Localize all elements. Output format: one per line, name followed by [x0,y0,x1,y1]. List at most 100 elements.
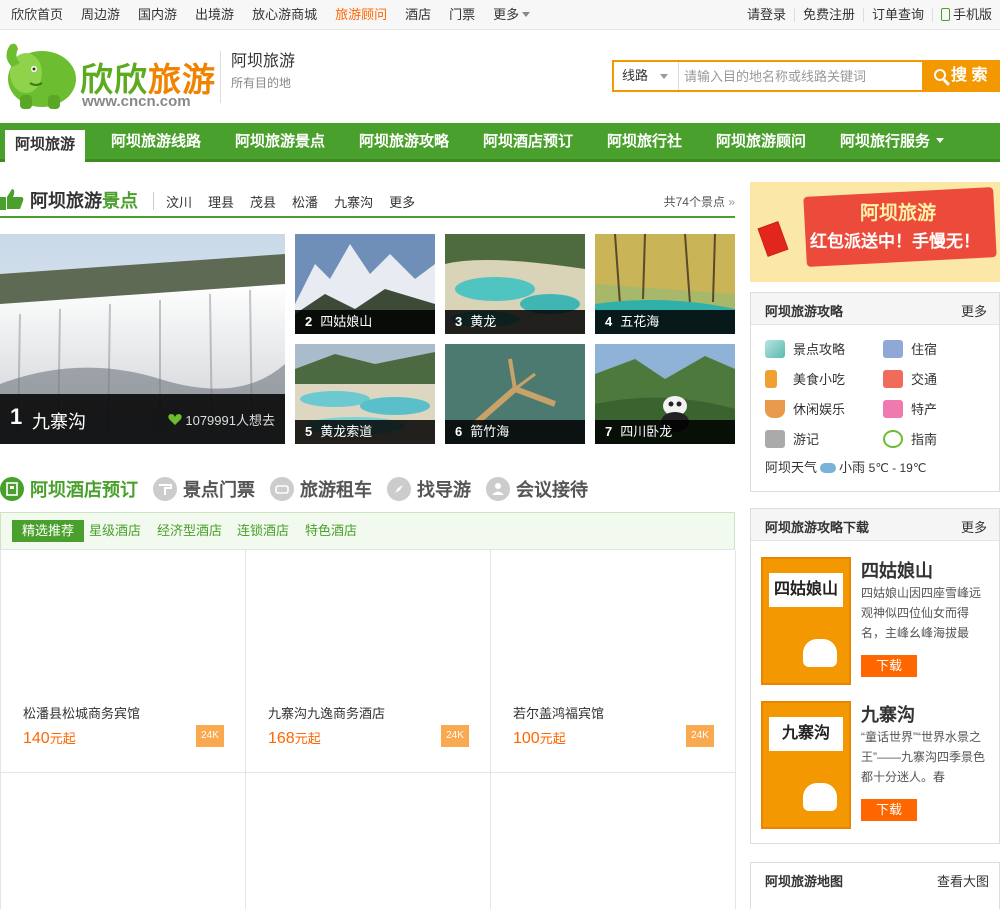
scenic-card-1[interactable]: 1 九寨沟 1079991人想去 [0,234,285,444]
mainnav-attractions[interactable]: 阿坝旅游景点 [235,123,325,159]
download-box-header: 阿坝旅游攻略下载 更多 [751,509,999,541]
download-more-link[interactable]: 更多 [961,517,987,536]
map-box-title: 阿坝旅游地图 [765,874,844,889]
service-tab-meeting[interactable]: 会议接待 [486,474,588,504]
hotel-grid: 松潘县松城商务宾馆 140元起 24K 九寨沟九逸商务酒店 168元起 24K … [0,550,736,909]
guide-more-link[interactable]: 更多 [961,301,987,320]
download-box-title: 阿坝旅游攻略下载 [765,520,870,535]
thumbs-up-icon [0,189,24,210]
guide-cover-title: 四姑娘山 [769,573,843,607]
order-query-link[interactable]: 订单查询 [862,8,932,22]
guide-scenic[interactable]: 景点攻略 [765,339,845,358]
mainnav-agencies[interactable]: 阿坝旅行社 [607,123,682,159]
scenic-card-4[interactable]: 4 五花海 [595,234,735,334]
hotel-tab-special[interactable]: 特色酒店 [305,520,357,542]
hotel-tab-featured[interactable]: 精选推荐 [12,520,85,542]
region-tab-more[interactable]: 更多 [381,192,423,211]
scenic-card-3[interactable]: 3 黄龙 [445,234,585,334]
guide-specialty[interactable]: 特产 [883,399,937,418]
scenic-card-4-caption: 4 五花海 [595,310,735,334]
register-link[interactable]: 免费注册 [793,8,863,22]
scenic-card-7-caption: 7 四川卧龙 [595,420,735,444]
mainnav-guides[interactable]: 阿坝旅游攻略 [359,123,449,159]
scenic-card-2[interactable]: 2 四姑娘山 [295,234,435,334]
topnav-more-label: 更多 [493,7,520,22]
search-input[interactable] [680,62,925,90]
download-button[interactable]: 下载 [861,799,917,821]
banner-title: 阿坝旅游 [860,203,937,224]
rank-number: 1 [10,404,23,429]
guide-leisure[interactable]: 休闲娱乐 [765,399,845,418]
hotel-card-empty [246,773,491,909]
region-tab-lixian[interactable]: 理县 [200,192,242,211]
mobile-link[interactable]: 手机版 [931,8,1000,22]
region-tab-jiuzhaigou[interactable]: 九寨沟 [326,192,381,211]
topnav-advisor[interactable]: 旅游顾问 [326,0,396,30]
search-button[interactable]: 搜 索 [922,60,1000,92]
scenic-card-6[interactable]: 6 箭竹海 [445,344,585,444]
topnav-home[interactable]: 欣欣首页 [0,0,72,30]
region-tab-songpan[interactable]: 松潘 [284,192,326,211]
hotel-card[interactable]: 若尔盖鸿福宾馆 100元起 24K [491,550,736,773]
hotel-card[interactable]: 九寨沟九逸商务酒店 168元起 24K [246,550,491,773]
hotel-tab-chain[interactable]: 连锁酒店 [237,520,289,542]
chevron-down-icon [522,12,531,17]
site-logo[interactable]: 欣欣旅游 www.cncn.com [0,37,215,115]
all-destinations-link[interactable]: 所有目的地 [231,73,295,93]
topnav-ticket[interactable]: 门票 [440,0,484,30]
service-tab-guide[interactable]: 找导游 [387,474,471,504]
topnav-domestic[interactable]: 国内游 [129,0,186,30]
mainnav-hotels[interactable]: 阿坝酒店预订 [483,123,573,159]
scenic-card-1-caption: 1 九寨沟 1079991人想去 [0,394,285,444]
guide-transport[interactable]: 交通 [883,369,937,388]
topnav-more[interactable]: 更多 [484,0,539,30]
topnav-hotel[interactable]: 酒店 [396,0,440,30]
guide-name[interactable]: 九寨沟 [861,701,915,727]
guide-cover[interactable]: 四姑娘山 [761,557,851,685]
guide-box: 阿坝旅游攻略 更多 景点攻略 住宿 美食小吃 交通 休闲娱乐 特产 游记 指南 … [750,292,1000,492]
mainnav-services[interactable]: 阿坝旅行服务 [840,123,945,159]
topnav-mall[interactable]: 放心游商城 [243,0,326,30]
service-tabs: 阿坝酒店预订 景点门票 旅游租车 找导游 会议接待 [0,474,735,506]
logo-url: www.cncn.com [82,93,191,110]
scenic-card-2-caption: 2 四姑娘山 [295,310,435,334]
fork-knife-icon [765,369,777,388]
building-icon [0,477,24,501]
view-large-map-link[interactable]: 查看大图 [937,871,989,890]
scenic-card-5[interactable]: 5 黄龙索道 [295,344,435,444]
destination-name: 阿坝旅游 [231,53,296,70]
destination-title: 阿坝旅游 所有目的地 [220,51,295,103]
mainnav-routes[interactable]: 阿坝旅游线路 [111,123,201,159]
guide-cover[interactable]: 九寨沟 [761,701,851,829]
weather-info: 阿坝天气 小雨 5℃ - 19℃ [765,460,927,475]
search-type-select[interactable]: 线路 [614,62,679,90]
chevron-down-icon [936,138,945,143]
guide-name[interactable]: 四姑娘山 [861,557,933,583]
hotel-tab-star[interactable]: 星级酒店 [89,520,141,542]
guide-travelogue[interactable]: 游记 [765,429,819,448]
service-tab-hotel[interactable]: 阿坝酒店预订 [0,474,138,504]
scenic-card-7[interactable]: 7 四川卧龙 [595,344,735,444]
login-link[interactable]: 请登录 [739,8,794,22]
bed-icon [883,339,903,358]
hotel-card[interactable]: 松潘县松城商务宾馆 140元起 24K [1,550,246,773]
hotel-price: 168元起 [268,730,321,747]
topnav-outbound[interactable]: 出境游 [186,0,243,30]
region-tab-maoxian[interactable]: 茂县 [242,192,284,211]
mainnav-advisor[interactable]: 阿坝旅游顾问 [716,123,806,159]
hotel-tab-budget[interactable]: 经济型酒店 [157,520,222,542]
hotel-card-empty [491,773,736,909]
guide-tips[interactable]: 指南 [883,429,937,448]
service-tab-car[interactable]: 旅游租车 [270,474,372,504]
download-button[interactable]: 下载 [861,655,917,677]
red-packet-banner[interactable]: 阿坝旅游 红包派送中！手慢无！ [750,182,1000,282]
service-tab-tickets[interactable]: 景点门票 [153,474,255,504]
guide-food[interactable]: 美食小吃 [765,369,845,388]
top-bar: 欣欣首页 周边游 国内游 出境游 放心游商城 旅游顾问 酒店 门票 更多 请登录… [0,0,1000,30]
scenic-count-link[interactable]: 共74个景点 » [664,193,735,210]
search-icon [934,69,946,81]
mainnav-home[interactable]: 阿坝旅游 [5,128,86,162]
topnav-nearby[interactable]: 周边游 [72,0,129,30]
guide-lodging[interactable]: 住宿 [883,339,937,358]
region-tab-wenchuan[interactable]: 汶川 [158,192,200,211]
